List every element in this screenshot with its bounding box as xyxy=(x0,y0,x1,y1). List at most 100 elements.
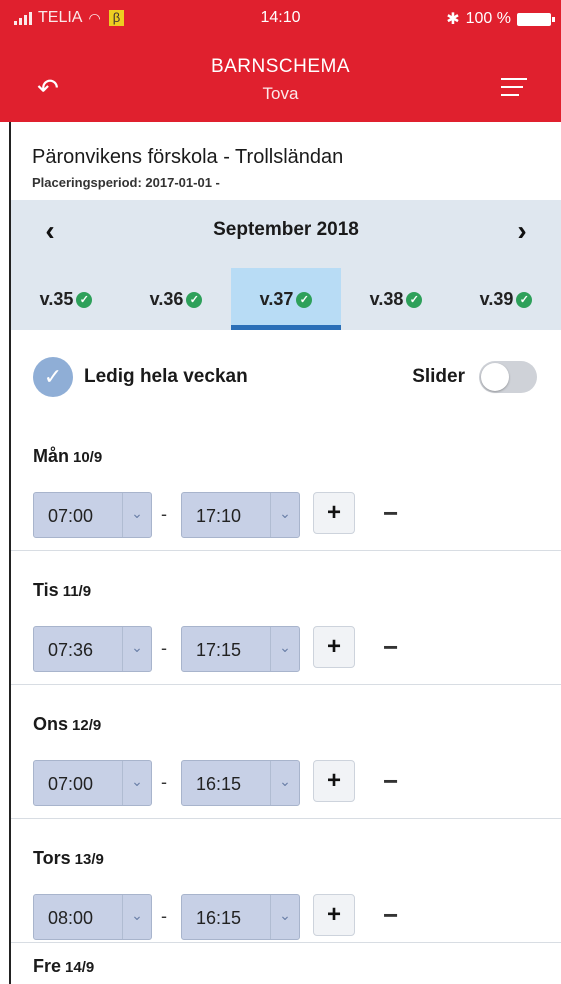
start-time-value: 07:00 xyxy=(48,506,94,526)
time-separator: - xyxy=(161,504,167,524)
toggle-knob xyxy=(481,363,509,391)
day-heading: Tis 11/9 xyxy=(33,580,91,601)
week-tab-active[interactable]: v.37 ✓ xyxy=(231,268,341,330)
time-separator: - xyxy=(161,638,167,658)
remove-interval-button[interactable]: − xyxy=(383,632,398,663)
day-name: Ons xyxy=(33,714,69,734)
chevron-down-icon: ⌄ xyxy=(122,895,151,939)
end-time-select[interactable]: 16:15 ⌄ xyxy=(181,894,300,940)
day-row: Tis 11/9 07:36 ⌄ - 17:15 ⌄ + − xyxy=(11,550,561,684)
remove-interval-button[interactable]: − xyxy=(383,498,398,529)
check-circle-icon: ✓ xyxy=(296,292,313,308)
battery-icon xyxy=(517,12,555,26)
day-date: 12/9 xyxy=(72,717,102,734)
day-row: Ons 12/9 07:00 ⌄ - 16:15 ⌄ + − xyxy=(11,684,561,818)
month-navigator: ‹ September 2018 › xyxy=(11,205,561,257)
status-bar: TELIA ◠ β 14:10 ✱ 100 % xyxy=(0,0,561,34)
slider-label: Slider xyxy=(412,366,465,387)
slider-toggle[interactable] xyxy=(479,361,537,393)
month-label: September 2018 xyxy=(213,219,359,240)
week-label: v.36 xyxy=(149,289,184,309)
free-week-checkbox[interactable]: ✓ xyxy=(33,357,73,397)
menu-button[interactable] xyxy=(501,76,527,98)
time-separator: - xyxy=(161,906,167,926)
week-label: v.39 xyxy=(479,289,514,309)
divider xyxy=(11,818,561,819)
chevron-down-icon: ⌄ xyxy=(270,895,299,939)
check-circle-icon: ✓ xyxy=(186,292,203,308)
day-name: Tors xyxy=(33,848,71,868)
start-time-value: 07:00 xyxy=(48,774,94,794)
end-time-value: 16:15 xyxy=(196,774,242,794)
end-time-value: 16:15 xyxy=(196,908,242,928)
page-title: BARNSCHEMA xyxy=(210,56,351,77)
day-date: 11/9 xyxy=(62,583,92,600)
day-heading: Fre 14/9 xyxy=(33,956,94,977)
add-interval-button[interactable]: + xyxy=(313,626,355,668)
day-heading: Mån 10/9 xyxy=(33,446,102,467)
child-name: Tova xyxy=(262,84,299,103)
app-header: TELIA ◠ β 14:10 ✱ 100 % ↶ BARNSCHEMA Tov… xyxy=(0,0,561,122)
day-heading: Tors 13/9 xyxy=(33,848,104,869)
day-row: Mån 10/9 07:00 ⌄ - 17:10 ⌄ + − xyxy=(11,416,561,550)
end-time-value: 17:15 xyxy=(196,640,242,660)
end-time-select[interactable]: 17:10 ⌄ xyxy=(181,492,300,538)
start-time-select[interactable]: 07:36 ⌄ xyxy=(33,626,152,672)
chevron-down-icon: ⌄ xyxy=(122,627,151,671)
battery-percent: 100 % xyxy=(465,10,511,27)
app-screen: TELIA ◠ β 14:10 ✱ 100 % ↶ BARNSCHEMA Tov… xyxy=(0,0,561,984)
divider xyxy=(11,550,561,551)
remove-interval-button[interactable]: − xyxy=(383,900,398,931)
start-time-value: 08:00 xyxy=(48,908,94,928)
day-date: 14/9 xyxy=(65,959,95,976)
day-date: 13/9 xyxy=(74,851,104,868)
day-date: 10/9 xyxy=(73,449,103,466)
remove-interval-button[interactable]: − xyxy=(383,766,398,797)
end-time-select[interactable]: 17:15 ⌄ xyxy=(181,626,300,672)
end-time-value: 17:10 xyxy=(196,506,242,526)
start-time-select[interactable]: 08:00 ⌄ xyxy=(33,894,152,940)
day-row: Fre 14/9 xyxy=(11,942,561,984)
day-name: Mån xyxy=(33,446,69,466)
chevron-down-icon: ⌄ xyxy=(122,493,151,537)
chevron-down-icon: ⌄ xyxy=(270,627,299,671)
active-week-indicator xyxy=(231,325,341,330)
week-label: v.38 xyxy=(369,289,404,309)
add-interval-button[interactable]: + xyxy=(313,492,355,534)
next-month-button[interactable]: › xyxy=(507,215,537,247)
school-name: Päronvikens förskola - Trollsländan xyxy=(32,146,344,168)
chevron-down-icon: ⌄ xyxy=(270,493,299,537)
add-interval-button[interactable]: + xyxy=(313,894,355,936)
checkmark-icon: ✓ xyxy=(43,364,63,389)
start-time-select[interactable]: 07:00 ⌄ xyxy=(33,492,152,538)
add-interval-button[interactable]: + xyxy=(313,760,355,802)
placement-period: Placeringsperiod: 2017-01-01 - xyxy=(32,175,220,190)
week-label: v.37 xyxy=(259,289,294,309)
day-heading: Ons 12/9 xyxy=(33,714,101,735)
week-tab[interactable]: v.35 ✓ xyxy=(11,268,121,330)
divider xyxy=(11,684,561,685)
week-tabs: v.35 ✓ v.36 ✓ v.37 ✓ v.38 ✓ v.39 ✓ xyxy=(11,268,561,330)
week-label: v.35 xyxy=(39,289,74,309)
end-time-select[interactable]: 16:15 ⌄ xyxy=(181,760,300,806)
bluetooth-icon: ✱ xyxy=(446,11,460,28)
divider xyxy=(11,942,561,943)
hamburger-line xyxy=(501,94,519,96)
day-row: Tors 13/9 08:00 ⌄ - 16:15 ⌄ + − xyxy=(11,818,561,952)
free-week-label: Ledig hela veckan xyxy=(84,366,248,387)
chevron-down-icon: ⌄ xyxy=(122,761,151,805)
day-name: Fre xyxy=(33,956,62,976)
start-time-select[interactable]: 07:00 ⌄ xyxy=(33,760,152,806)
time-separator: - xyxy=(161,772,167,792)
hamburger-icon xyxy=(501,78,527,80)
check-circle-icon: ✓ xyxy=(516,292,533,308)
start-time-value: 07:36 xyxy=(48,640,94,660)
week-tab[interactable]: v.38 ✓ xyxy=(341,268,451,330)
week-tab[interactable]: v.36 ✓ xyxy=(121,268,231,330)
hamburger-line xyxy=(501,86,523,88)
week-tab[interactable]: v.39 ✓ xyxy=(451,268,561,330)
check-circle-icon: ✓ xyxy=(406,292,423,308)
day-name: Tis xyxy=(33,580,59,600)
chevron-down-icon: ⌄ xyxy=(270,761,299,805)
check-circle-icon: ✓ xyxy=(76,292,93,308)
